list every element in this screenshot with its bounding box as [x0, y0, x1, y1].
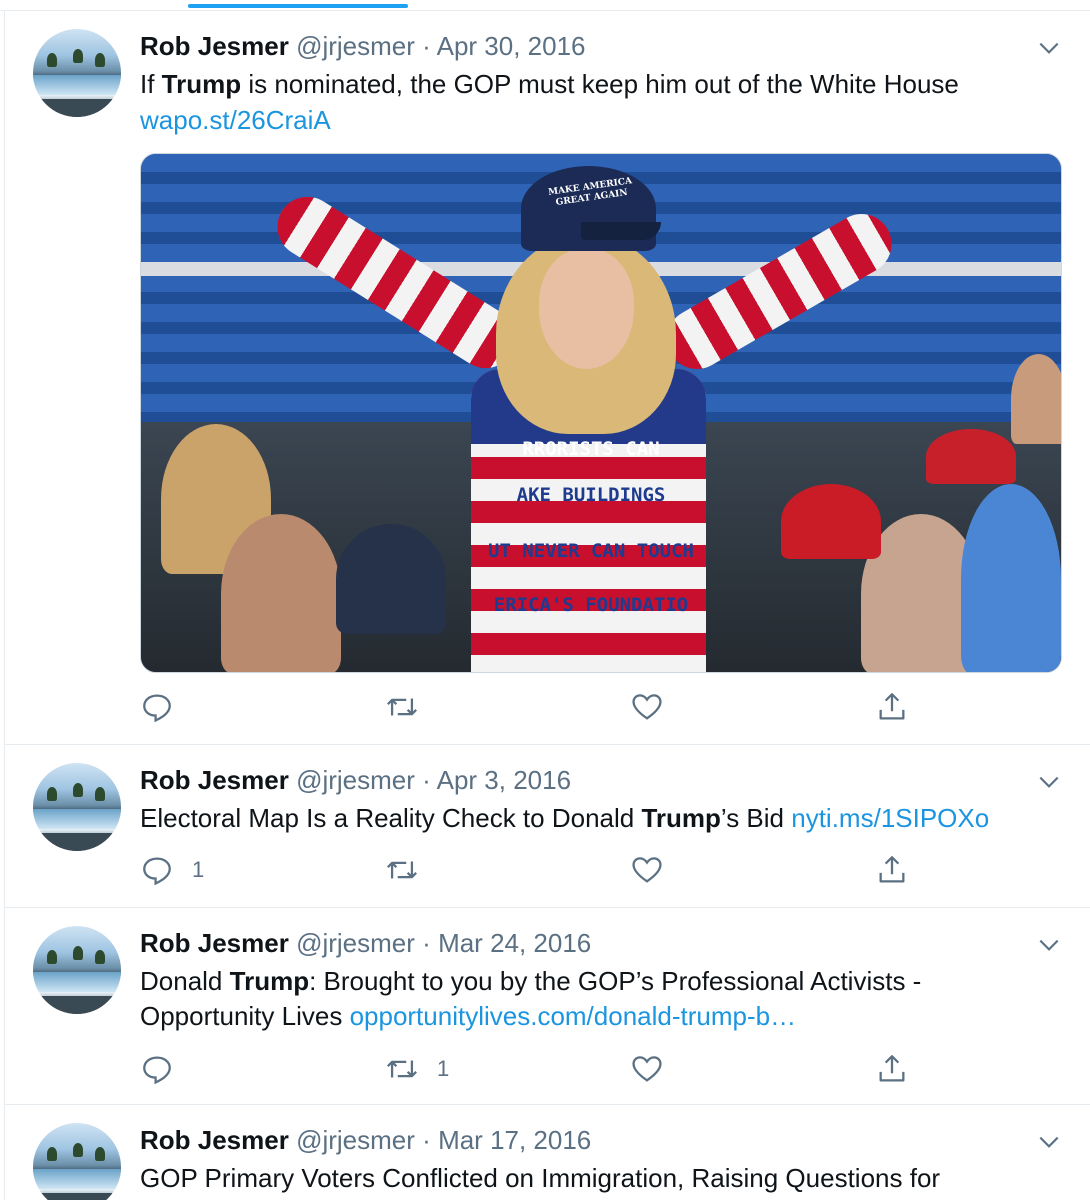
- share-button[interactable]: [875, 852, 909, 888]
- chevron-down-icon[interactable]: [1036, 932, 1062, 958]
- heart-icon: [632, 1056, 662, 1082]
- tweet-header: Rob Jesmer @jrjesmer · Mar 24, 2016: [140, 928, 591, 959]
- author-handle[interactable]: @jrjesmer: [296, 928, 415, 958]
- tweet-date[interactable]: Apr 30, 2016: [437, 31, 586, 61]
- tweet-date[interactable]: Mar 24, 2016: [438, 928, 591, 958]
- reply-button[interactable]: [140, 1051, 192, 1087]
- separator-dot: ·: [422, 765, 431, 795]
- retweet-button[interactable]: 1: [385, 1051, 449, 1087]
- tweet-link-line: wapo.st/26CraiA: [140, 105, 331, 136]
- tweet-link[interactable]: nyti.ms/1SIPOXo: [791, 803, 989, 833]
- tweet-photo[interactable]: MAKE AMERICA GREAT AGAIN RRORISTS CAN AK…: [140, 153, 1062, 673]
- separator-dot: ·: [422, 928, 431, 958]
- tweet-text: Donald Trump: Brought to you by the GOP’…: [140, 966, 922, 996]
- tweet-actions: 1: [140, 852, 940, 888]
- reply-icon: [143, 694, 171, 723]
- sweater-text-line: RRORISTS CAN: [522, 438, 660, 460]
- avatar[interactable]: [33, 926, 121, 1014]
- avatar[interactable]: [33, 1123, 121, 1200]
- tab-bar: [0, 0, 1090, 11]
- retweet-button[interactable]: [385, 689, 437, 725]
- tweet-header: Rob Jesmer @jrjesmer · Mar 17, 2016: [140, 1125, 591, 1156]
- sweater-text-line: UT NEVER CAN TOUCH: [488, 540, 694, 562]
- like-button[interactable]: [630, 852, 682, 888]
- sweater-text-line: ERICA'S FOUNDATIO: [493, 594, 689, 616]
- tweet-text: GOP Primary Voters Conflicted on Immigra…: [140, 1163, 941, 1193]
- author-name[interactable]: Rob Jesmer: [140, 765, 289, 795]
- author-name[interactable]: Rob Jesmer: [140, 1125, 289, 1155]
- share-icon: [879, 693, 905, 720]
- retweet-button[interactable]: [385, 852, 437, 888]
- reply-button[interactable]: 1: [140, 852, 204, 888]
- retweet-icon: [387, 698, 417, 716]
- active-tab-indicator: [188, 4, 408, 8]
- tweet-date[interactable]: Mar 17, 2016: [438, 1125, 591, 1155]
- tweet[interactable]: Rob Jesmer @jrjesmer · Mar 17, 2016 GOP …: [5, 1105, 1090, 1200]
- share-icon: [879, 856, 905, 883]
- retweet-icon: [387, 861, 417, 879]
- reply-button[interactable]: [140, 689, 192, 725]
- tweet-text: Electoral Map Is a Reality Check to Dona…: [140, 803, 990, 833]
- tweet[interactable]: Rob Jesmer @jrjesmer · Apr 3, 2016 Elect…: [5, 745, 1090, 908]
- retweet-icon: [387, 1060, 417, 1078]
- sweater-text-line: AKE BUILDINGS: [516, 484, 666, 506]
- separator-dot: ·: [422, 1125, 431, 1155]
- tweet-link[interactable]: wapo.st/26CraiA: [140, 105, 331, 135]
- like-button[interactable]: [630, 689, 682, 725]
- reply-count: 1: [192, 857, 205, 882]
- tweet-date[interactable]: Apr 3, 2016: [437, 765, 571, 795]
- tweet-header: Rob Jesmer @jrjesmer · Apr 30, 2016: [140, 31, 586, 62]
- author-handle[interactable]: @jrjesmer: [296, 1125, 415, 1155]
- author-handle[interactable]: @jrjesmer: [296, 765, 415, 795]
- tweet-text-line2: Opportunity Lives opportunitylives.com/d…: [140, 1001, 797, 1031]
- share-button[interactable]: [875, 689, 909, 725]
- chevron-down-icon[interactable]: [1036, 769, 1062, 795]
- avatar[interactable]: [33, 29, 121, 117]
- separator-dot: ·: [422, 31, 431, 61]
- author-name[interactable]: Rob Jesmer: [140, 31, 289, 61]
- like-button[interactable]: [630, 1051, 682, 1087]
- share-button[interactable]: [875, 1051, 909, 1087]
- tweet-header: Rob Jesmer @jrjesmer · Apr 3, 2016: [140, 765, 571, 796]
- chevron-down-icon[interactable]: [1036, 35, 1062, 61]
- reply-icon: [143, 1056, 171, 1085]
- chevron-down-icon[interactable]: [1036, 1129, 1062, 1155]
- timeline-page: Rob Jesmer @jrjesmer · Apr 30, 2016 If T…: [0, 0, 1090, 1200]
- author-handle[interactable]: @jrjesmer: [296, 31, 415, 61]
- tweet[interactable]: Rob Jesmer @jrjesmer · Apr 30, 2016 If T…: [5, 11, 1090, 745]
- tweet[interactable]: Rob Jesmer @jrjesmer · Mar 24, 2016 Dona…: [5, 908, 1090, 1105]
- share-icon: [879, 1055, 905, 1082]
- retweet-count: 1: [437, 1056, 450, 1081]
- tweet-link[interactable]: opportunitylives.com/donald-trump-b…: [350, 1001, 797, 1031]
- heart-icon: [632, 857, 662, 883]
- tweet-text: If Trump is nominated, the GOP must keep…: [140, 69, 959, 99]
- heart-icon: [632, 694, 662, 720]
- tweet-actions: 1: [140, 1051, 940, 1087]
- tweet-actions: [140, 689, 940, 725]
- reply-icon: [143, 857, 171, 886]
- author-name[interactable]: Rob Jesmer: [140, 928, 289, 958]
- avatar[interactable]: [33, 763, 121, 851]
